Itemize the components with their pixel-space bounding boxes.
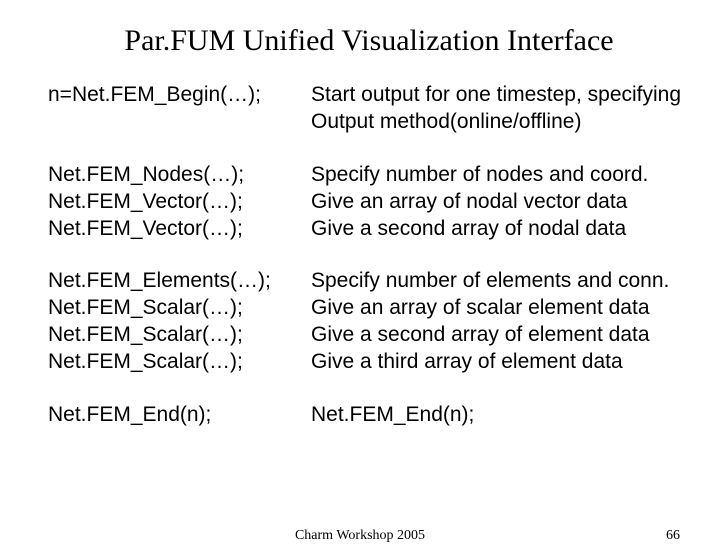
desc-line: Start output for one timestep, specifyin…	[311, 82, 690, 109]
api-line: Net.FEM_Vector(…);	[48, 189, 303, 216]
desc-line: Specify number of nodes and coord.	[311, 162, 690, 189]
desc-col: Start output for one timestep, specifyin…	[311, 82, 690, 136]
api-col: Net.FEM_Nodes(…); Net.FEM_Vector(…); Net…	[48, 162, 311, 243]
desc-line: Specify number of elements and conn.	[311, 268, 690, 295]
footer-page-number: 66	[666, 528, 680, 544]
footer-event: Charm Workshop 2005	[0, 528, 720, 544]
desc-line: Give a second array of nodal data	[311, 216, 690, 243]
api-line: Net.FEM_Elements(…);	[48, 268, 303, 295]
api-col: Net.FEM_End(n);	[48, 402, 311, 429]
api-row-nodes: Net.FEM_Nodes(…); Net.FEM_Vector(…); Net…	[48, 162, 690, 243]
api-row-elements: Net.FEM_Elements(…); Net.FEM_Scalar(…); …	[48, 268, 690, 376]
desc-col: Net.FEM_End(n);	[311, 402, 690, 429]
desc-col: Specify number of elements and conn. Giv…	[311, 268, 690, 376]
api-line: Net.FEM_Nodes(…);	[48, 162, 303, 189]
api-line: Net.FEM_Scalar(…);	[48, 295, 303, 322]
slide-title: Par.FUM Unified Visualization Interface	[48, 24, 690, 58]
desc-line: Net.FEM_End(n);	[311, 402, 690, 429]
desc-col: Specify number of nodes and coord. Give …	[311, 162, 690, 243]
slide: Par.FUM Unified Visualization Interface …	[0, 0, 720, 540]
api-col: n=Net.FEM_Begin(…);	[48, 82, 311, 136]
api-row-begin: n=Net.FEM_Begin(…); Start output for one…	[48, 82, 690, 136]
api-line: Net.FEM_End(n);	[48, 402, 303, 429]
api-line: Net.FEM_Vector(…);	[48, 216, 303, 243]
desc-line: Give a second array of element data	[311, 322, 690, 349]
api-line: Net.FEM_Scalar(…);	[48, 349, 303, 376]
desc-line: Give a third array of element data	[311, 349, 690, 376]
desc-line: Give an array of scalar element data	[311, 295, 690, 322]
api-col: Net.FEM_Elements(…); Net.FEM_Scalar(…); …	[48, 268, 311, 376]
api-line: Net.FEM_Scalar(…);	[48, 322, 303, 349]
desc-line: Give an array of nodal vector data	[311, 189, 690, 216]
desc-line: Output method(online/offline)	[311, 109, 690, 136]
api-row-end: Net.FEM_End(n); Net.FEM_End(n);	[48, 402, 690, 429]
api-line: n=Net.FEM_Begin(…);	[48, 82, 303, 109]
